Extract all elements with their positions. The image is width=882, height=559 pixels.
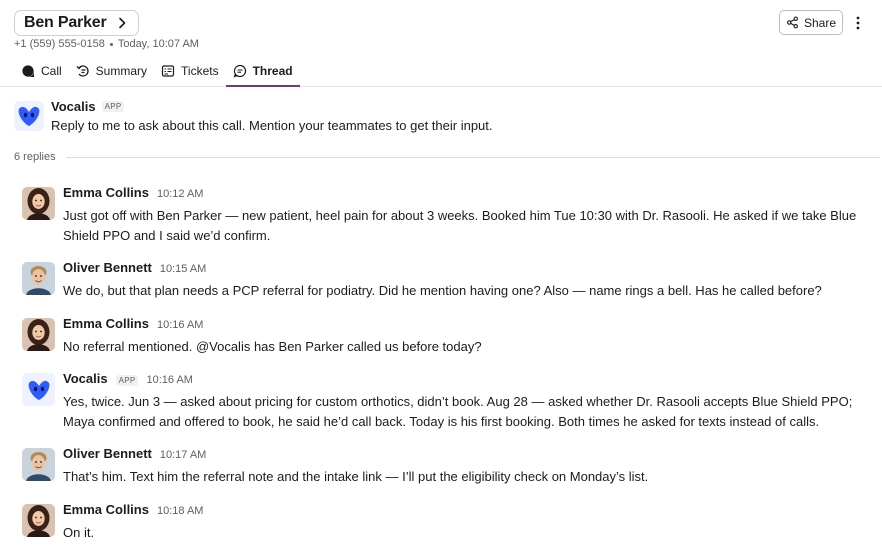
replies-divider: 6 replies xyxy=(14,151,880,163)
intro-text: Reply to me to ask about this call. Ment… xyxy=(51,118,493,133)
contact-name-button[interactable]: Ben Parker xyxy=(14,10,139,36)
vocalis-avatar xyxy=(14,101,44,131)
oliver-avatar-icon xyxy=(22,262,55,295)
message-header: Emma Collins 10:12 AM xyxy=(63,185,203,200)
tab-label: Tickets xyxy=(181,64,219,78)
message-time[interactable]: 10:18 AM xyxy=(157,505,203,517)
tab-label: Summary xyxy=(95,64,148,78)
separator-dot xyxy=(109,42,113,46)
oliver-avatar-icon xyxy=(22,448,55,481)
author-name[interactable]: Emma Collins xyxy=(63,502,149,517)
message-text: Just got off with Ben Parker — new patie… xyxy=(63,208,857,243)
replies-count: 6 replies xyxy=(14,151,56,163)
message-header: Oliver Bennett 10:15 AM xyxy=(63,260,206,275)
share-label: Share xyxy=(803,15,837,30)
vocalis-logo-icon xyxy=(28,380,49,400)
call-timestamp: Today, 10:07 AM xyxy=(117,38,199,50)
message-time[interactable]: 10:16 AM xyxy=(157,319,203,331)
author-name[interactable]: Emma Collins xyxy=(63,185,149,200)
tab-summary[interactable]: Summary xyxy=(69,56,154,86)
author-name[interactable]: Vocalis xyxy=(63,371,108,386)
author-name[interactable]: Emma Collins xyxy=(63,316,149,331)
vocalis-logo-icon xyxy=(18,106,40,126)
thread-icon xyxy=(233,64,246,78)
emma-avatar-icon xyxy=(22,187,55,220)
share-button[interactable]: Share xyxy=(779,10,843,35)
author-name[interactable]: Vocalis xyxy=(51,99,96,114)
author-name[interactable]: Oliver Bennett xyxy=(63,446,152,461)
message-time[interactable]: 10:17 AM xyxy=(160,449,206,461)
tab-call[interactable]: Call xyxy=(14,56,69,86)
contact-name: Ben Parker xyxy=(24,14,107,31)
tab-thread[interactable]: Thread xyxy=(225,56,300,87)
more-options-button[interactable] xyxy=(849,12,867,34)
message-header: Emma Collins 10:18 AM xyxy=(63,502,203,517)
tab-label: Thread xyxy=(252,64,293,78)
avatar[interactable] xyxy=(22,187,55,220)
avatar[interactable] xyxy=(22,262,55,295)
message-text: We do, but that plan needs a PCP referra… xyxy=(63,283,822,298)
emma-avatar-icon xyxy=(22,504,55,537)
share-icon xyxy=(787,16,798,29)
kebab-menu-icon xyxy=(856,16,860,30)
contact-phone: +1 (559) 555-0158 xyxy=(14,38,105,50)
tab-tickets[interactable]: Tickets xyxy=(154,56,226,86)
divider-line xyxy=(65,156,880,158)
intro-header: Vocalis APP xyxy=(51,99,125,114)
author-name[interactable]: Oliver Bennett xyxy=(63,260,152,275)
phone-icon xyxy=(22,65,34,77)
message-text: That’s him. Text him the referral note a… xyxy=(63,469,649,484)
chevron-right-icon xyxy=(118,17,125,29)
message-time[interactable]: 10:15 AM xyxy=(160,263,206,275)
tab-label: Call xyxy=(41,64,62,78)
call-header: Ben Parker +1 (559) 555-0158 Today, 10:0… xyxy=(0,0,882,87)
message-text: On it. xyxy=(63,525,95,540)
avatar[interactable] xyxy=(22,504,55,537)
message-header: Emma Collins 10:16 AM xyxy=(63,316,203,331)
app-badge: APP xyxy=(101,101,125,112)
message-header: Vocalis APP 10:16 AM xyxy=(63,371,193,386)
avatar[interactable] xyxy=(22,318,55,351)
emma-avatar-icon xyxy=(22,318,55,351)
app-badge: APP xyxy=(115,375,139,386)
message-time[interactable]: 10:12 AM xyxy=(157,188,203,200)
vocalis-avatar[interactable] xyxy=(22,373,55,406)
message-text: No referral mentioned. @Vocalis has Ben … xyxy=(63,339,482,354)
contact-meta: +1 (559) 555-0158 Today, 10:07 AM xyxy=(14,38,199,50)
summary-icon xyxy=(76,65,89,77)
tickets-icon xyxy=(161,65,175,77)
avatar[interactable] xyxy=(22,448,55,481)
message-time[interactable]: 10:16 AM xyxy=(146,374,192,386)
message-text: Yes, twice. Jun 3 — asked about pricing … xyxy=(63,394,853,429)
message-header: Oliver Bennett 10:17 AM xyxy=(63,446,206,461)
tab-bar: Call Summary Tickets Thread xyxy=(14,56,300,87)
